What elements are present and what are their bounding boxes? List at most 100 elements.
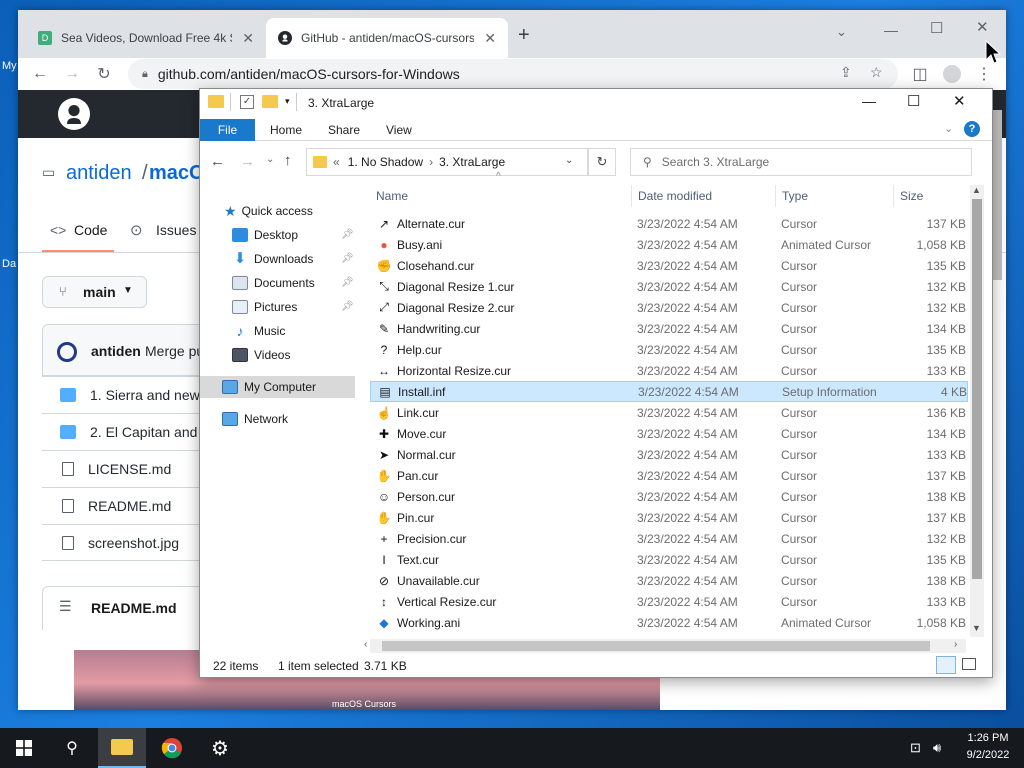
file-row[interactable]: ● Busy.ani 3/23/2022 4:54 AM Animated Curso…: [370, 234, 968, 255]
nav-documents[interactable]: Documents: [232, 272, 315, 294]
reload-icon[interactable]: ↻: [94, 64, 114, 84]
nav-quick-access[interactable]: ★ Quick access: [224, 200, 313, 222]
chevron-down-icon[interactable]: ⌄: [565, 155, 573, 166]
avatar[interactable]: [57, 342, 77, 362]
address-bar[interactable]: 🔒︎ github.com/antiden/macOS-cursors-for-…: [128, 59, 898, 89]
file-row[interactable]: ↕ Vertical Resize.cur 3/23/2022 4:54 AM Cur…: [370, 591, 968, 612]
close-icon[interactable]: ✕: [953, 92, 966, 110]
maximize-icon[interactable]: ☐: [930, 19, 943, 37]
network-status-icon[interactable]: ⊡: [910, 740, 921, 756]
profile-avatar-icon[interactable]: [942, 64, 962, 84]
nav-desktop[interactable]: Desktop: [232, 224, 298, 246]
nav-music[interactable]: ♪ Music: [232, 320, 286, 342]
scrollbar-thumb[interactable]: [382, 641, 930, 651]
scroll-left-icon[interactable]: ‹: [364, 639, 367, 650]
commit-message[interactable]: Merge pu: [145, 343, 204, 359]
quick-access-toolbar-dropdown-icon[interactable]: ▾: [285, 96, 290, 107]
file-row[interactable]: ✋ Pin.cur 3/23/2022 4:54 AM Cursor 137 KB: [370, 507, 968, 528]
column-header-size[interactable]: Size: [894, 185, 970, 207]
file-row[interactable]: ✎ Handwriting.cur 3/23/2022 4:54 AM Cursor 1…: [370, 318, 968, 339]
file-row[interactable]: ➤ Normal.cur 3/23/2022 4:54 AM Cursor 133 KB: [370, 444, 968, 465]
forward-arrow-icon[interactable]: →: [62, 64, 82, 84]
search-input[interactable]: ⚲ Search 3. XtraLarge: [630, 148, 972, 176]
up-arrow-icon[interactable]: ↑: [284, 152, 292, 169]
pin-icon[interactable]: 📌︎: [341, 229, 354, 240]
browser-tab-active[interactable]: GitHub - antiden/macOS-cursors ✕: [266, 18, 508, 58]
file-row[interactable]: ☺ Person.cur 3/23/2022 4:54 AM Cursor 138 KB: [370, 486, 968, 507]
tab-issues[interactable]: Issues: [156, 222, 196, 238]
pin-icon[interactable]: 📌︎: [341, 301, 354, 312]
taskbar-chrome[interactable]: [148, 728, 196, 768]
branch-select-button[interactable]: ⑂ main ▼: [42, 276, 147, 308]
close-tab-icon[interactable]: ✕: [242, 30, 254, 47]
tab-file[interactable]: File: [200, 119, 255, 141]
github-logo-icon[interactable]: [58, 98, 90, 133]
scroll-up-icon[interactable]: ▲: [972, 185, 981, 195]
pin-icon[interactable]: 📌︎: [341, 253, 354, 264]
address-bar[interactable]: « 1. No Shadow › 3. XtraLarge ⌄: [306, 148, 588, 176]
column-header-type[interactable]: Type: [776, 185, 894, 207]
repo-name-link[interactable]: macO: [149, 162, 205, 185]
vertical-scrollbar[interactable]: ▲ ▼: [970, 185, 984, 637]
close-icon[interactable]: ✕: [976, 18, 989, 36]
tab-search-icon[interactable]: ⌄: [836, 24, 847, 40]
nav-downloads[interactable]: ⬇ Downloads: [232, 248, 314, 270]
maximize-icon[interactable]: ☐: [907, 92, 920, 110]
file-row[interactable]: I Text.cur 3/23/2022 4:54 AM Cursor 135 KB: [370, 549, 968, 570]
scrollbar-thumb[interactable]: [972, 199, 982, 579]
side-panel-icon[interactable]: ◫: [910, 64, 930, 84]
pin-icon[interactable]: 📌︎: [341, 277, 354, 288]
nav-videos[interactable]: Videos: [232, 344, 290, 366]
minimize-icon[interactable]: —: [884, 22, 898, 38]
browser-tab-inactive[interactable]: D Sea Videos, Download Free 4k Stock ✕: [26, 18, 266, 58]
back-arrow-icon[interactable]: ←: [30, 64, 50, 84]
tab-view[interactable]: View: [373, 119, 425, 141]
file-row[interactable]: ✚ Move.cur 3/23/2022 4:54 AM Cursor 134 KB: [370, 423, 968, 444]
scroll-down-icon[interactable]: ▼: [972, 623, 981, 633]
taskbar-settings[interactable]: ⚙: [196, 728, 244, 768]
file-row[interactable]: + Precision.cur 3/23/2022 4:54 AM Cursor 132…: [370, 528, 968, 549]
file-row[interactable]: ▤ Install.inf 3/23/2022 4:54 AM Setup Infor…: [370, 381, 968, 402]
file-row[interactable]: ⤡ Diagonal Resize 1.cur 3/23/2022 4:54 AM C…: [370, 276, 968, 297]
clock-time[interactable]: 1:26 PM: [960, 732, 1016, 744]
refresh-icon[interactable]: ↻: [588, 148, 616, 176]
file-row[interactable]: ✋ Pan.cur 3/23/2022 4:54 AM Cursor 137 KB: [370, 465, 968, 486]
file-row-name[interactable]: README.md: [88, 498, 171, 514]
file-row-name[interactable]: LICENSE.md: [88, 461, 171, 477]
recent-locations-icon[interactable]: ⌄: [266, 154, 274, 165]
commit-author[interactable]: antiden: [91, 343, 141, 359]
column-header-name[interactable]: Name: [370, 185, 632, 207]
file-row-name[interactable]: 1. Sierra and new: [90, 387, 200, 403]
list-icon[interactable]: ☰: [59, 598, 72, 615]
start-button[interactable]: [0, 728, 48, 768]
desktop-label[interactable]: My: [2, 60, 17, 72]
file-row[interactable]: ⊘ Unavailable.cur 3/23/2022 4:54 AM Cursor 1…: [370, 570, 968, 591]
details-view-icon[interactable]: [936, 656, 956, 674]
properties-icon[interactable]: ✓: [240, 95, 254, 109]
file-row[interactable]: ✊ Closehand.cur 3/23/2022 4:54 AM Cursor 135…: [370, 255, 968, 276]
file-row[interactable]: ↗ Alternate.cur 3/23/2022 4:54 AM Cursor 137…: [370, 213, 968, 234]
tab-home[interactable]: Home: [257, 119, 315, 141]
column-header-date[interactable]: Date modified: [632, 185, 776, 207]
file-row[interactable]: ↔ Horizontal Resize.cur 3/23/2022 4:54 AM C…: [370, 360, 968, 381]
bookmark-star-icon[interactable]: ☆: [870, 64, 883, 81]
file-row-name[interactable]: screenshot.jpg: [88, 535, 179, 551]
nav-network[interactable]: Network: [222, 408, 288, 430]
nav-pictures[interactable]: Pictures: [232, 296, 297, 318]
large-icons-view-icon[interactable]: [962, 658, 976, 670]
file-row[interactable]: ☝ Link.cur 3/23/2022 4:54 AM Cursor 136 KB: [370, 402, 968, 423]
breadcrumb-item[interactable]: 1. No Shadow: [348, 155, 423, 169]
volume-icon[interactable]: 🔊︎: [933, 740, 941, 756]
repo-owner-link[interactable]: antiden: [66, 162, 132, 185]
minimize-icon[interactable]: —: [862, 93, 876, 109]
share-icon[interactable]: ⇪: [840, 64, 852, 81]
scroll-right-icon[interactable]: ›: [954, 639, 957, 650]
help-icon[interactable]: ?: [964, 121, 980, 137]
new-tab-button[interactable]: +: [518, 24, 530, 47]
expand-ribbon-icon[interactable]: ⌄: [944, 122, 953, 135]
breadcrumb-item[interactable]: 3. XtraLarge: [439, 155, 505, 169]
new-folder-icon[interactable]: [262, 95, 278, 108]
taskbar-file-explorer[interactable]: [98, 728, 146, 768]
file-row-name[interactable]: 2. El Capitan and: [90, 424, 197, 440]
tab-code[interactable]: <> Code: [42, 214, 114, 252]
